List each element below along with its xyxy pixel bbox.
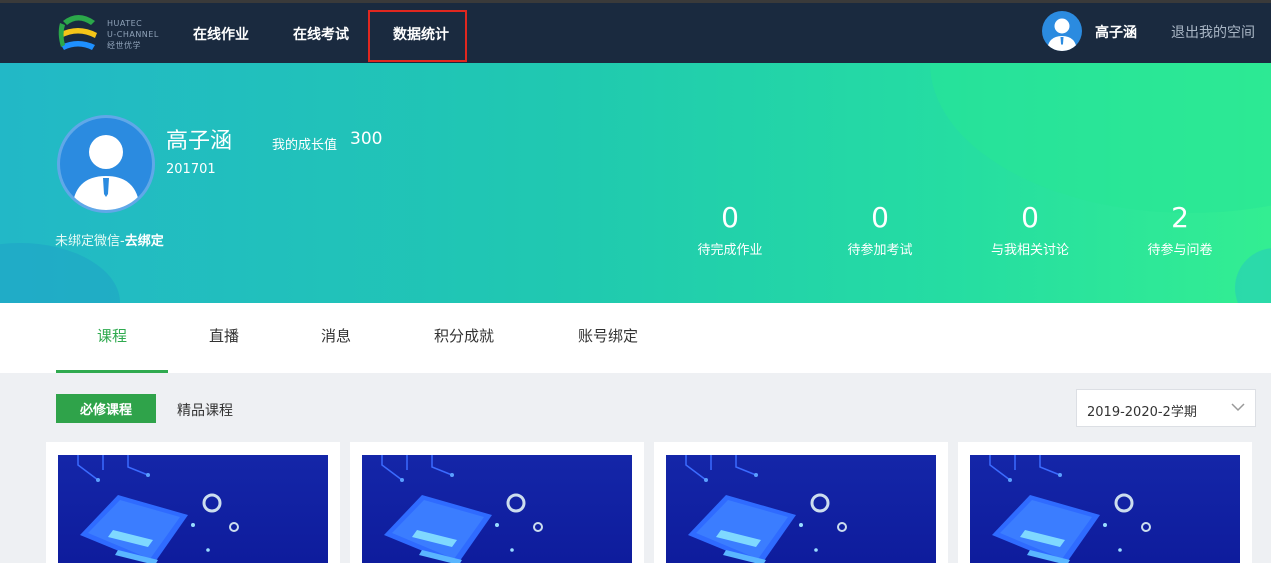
tab-messages[interactable]: 消息	[292, 303, 380, 373]
growth-label: 我的成长值	[272, 138, 338, 153]
brand-line-2: U-CHANNEL	[107, 30, 159, 39]
course-cover-image	[970, 455, 1240, 563]
user-name[interactable]: 高子涵	[1095, 22, 1137, 42]
stat-value: 2	[1171, 201, 1189, 234]
course-card[interactable]	[46, 442, 340, 563]
course-cover-image	[362, 455, 632, 563]
brand-line-1: HUATEC	[107, 19, 143, 28]
chevron-down-icon	[1231, 403, 1245, 412]
stat-pending-homework[interactable]: 0 待完成作业	[670, 201, 790, 258]
course-card[interactable]	[958, 442, 1252, 563]
wechat-bind-link[interactable]: 去绑定	[125, 234, 164, 249]
stat-label: 待参加考试	[847, 243, 913, 258]
stat-label: 待参与问卷	[1147, 243, 1213, 258]
tab-account-binding[interactable]: 账号绑定	[562, 303, 654, 373]
brand-logo-text: HUATEC U-CHANNEL 经世优学	[107, 18, 159, 51]
tab-courses[interactable]: 课程	[56, 303, 168, 373]
course-card[interactable]	[654, 442, 948, 563]
stat-value: 0	[721, 201, 739, 234]
growth-value: 300	[350, 129, 383, 149]
tab-live[interactable]: 直播	[180, 303, 268, 373]
course-cover-image	[58, 455, 328, 563]
stat-related-discussions[interactable]: 0 与我相关讨论	[970, 201, 1090, 258]
stat-value: 0	[871, 201, 889, 234]
nav-highlight-box	[368, 10, 467, 62]
stat-label: 待完成作业	[697, 243, 763, 258]
student-id: 201701	[166, 162, 216, 177]
stat-pending-exams[interactable]: 0 待参加考试	[820, 201, 940, 258]
tab-points-achievements[interactable]: 积分成就	[418, 303, 510, 373]
profile-avatar-icon	[72, 135, 140, 210]
brand-logo-mark	[58, 15, 97, 50]
profile-banner: 高子涵 我的成长值 300 201701 未绑定微信-去绑定 0 待完成作业 0…	[0, 63, 1271, 303]
profile-name: 高子涵	[166, 129, 233, 154]
required-courses-button[interactable]: 必修课程	[56, 394, 156, 423]
profile-avatar[interactable]	[57, 115, 155, 213]
decor-shape	[930, 63, 1271, 213]
premium-courses-button[interactable]: 精品课程	[177, 400, 233, 420]
decor-shape	[1235, 248, 1271, 303]
brand-line-3: 经世优学	[107, 41, 141, 50]
decor-shape	[0, 243, 120, 303]
stat-value: 0	[1021, 201, 1039, 234]
nav-online-exam[interactable]: 在线考试	[293, 24, 349, 44]
section-tabs: 课程 直播 消息 积分成就 账号绑定	[0, 303, 1271, 373]
logout-link[interactable]: 退出我的空间	[1171, 22, 1255, 42]
stat-label: 与我相关讨论	[990, 243, 1069, 258]
term-select-value: 2019-2020-2学期	[1087, 405, 1197, 420]
user-avatar-icon	[1047, 18, 1077, 51]
term-select[interactable]: 2019-2020-2学期	[1076, 389, 1256, 427]
user-avatar[interactable]	[1042, 11, 1082, 51]
course-cover-image	[666, 455, 936, 563]
wechat-binding-status: 未绑定微信-去绑定	[55, 230, 164, 249]
stat-pending-surveys[interactable]: 2 待参与问卷	[1120, 201, 1240, 258]
brand-logo[interactable]: HUATEC U-CHANNEL 经世优学	[55, 11, 175, 57]
wechat-status-text: 未绑定微信-	[55, 234, 125, 249]
nav-online-homework[interactable]: 在线作业	[193, 24, 249, 44]
course-card[interactable]	[350, 442, 644, 563]
